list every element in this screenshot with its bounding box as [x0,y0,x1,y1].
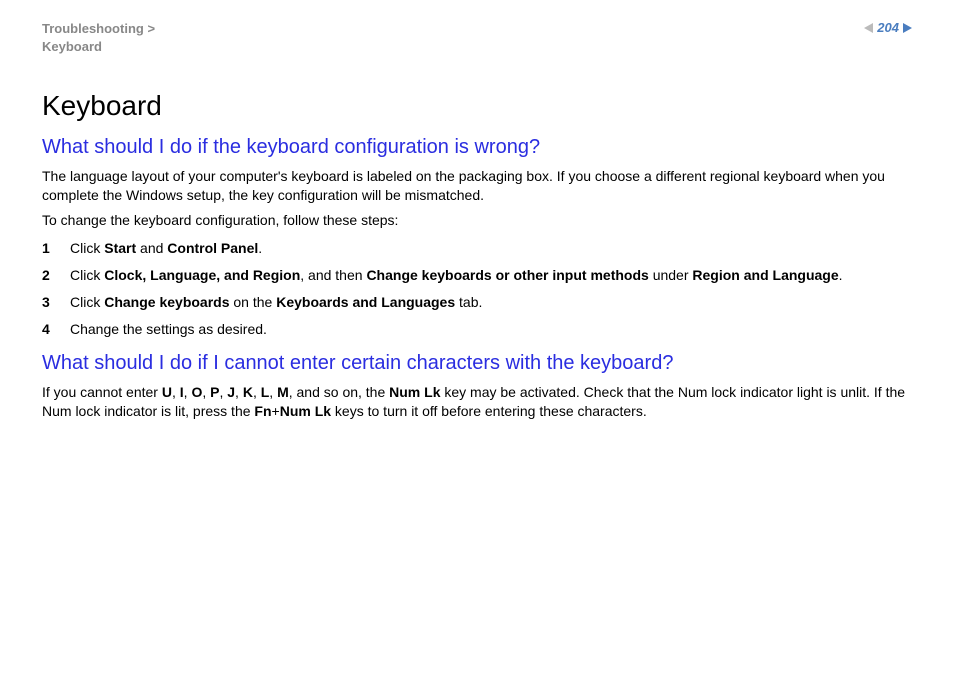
list-item: 4 Change the settings as desired. [42,319,912,340]
breadcrumb: Troubleshooting Keyboard [42,20,155,56]
prev-page-icon[interactable] [864,23,873,33]
step-number: 2 [42,265,50,286]
page-nav: 204 [864,20,912,35]
page-title: Keyboard [42,90,912,122]
breadcrumb-current: Keyboard [42,38,155,56]
step-number: 1 [42,238,50,259]
section-heading-config: What should I do if the keyboard configu… [42,136,912,159]
body-text: If you cannot enter U, I, O, P, J, K, L,… [42,383,912,421]
section-heading-chars: What should I do if I cannot enter certa… [42,352,912,375]
steps-list: 1 Click Start and Control Panel. 2 Click… [42,238,912,340]
list-item: 1 Click Start and Control Panel. [42,238,912,259]
page-number: 204 [877,20,899,35]
step-number: 3 [42,292,50,313]
breadcrumb-parent: Troubleshooting [42,20,155,38]
body-text: The language layout of your computer's k… [42,167,912,205]
next-page-icon[interactable] [903,23,912,33]
step-number: 4 [42,319,50,340]
body-text: To change the keyboard configuration, fo… [42,211,912,230]
list-item: 2 Click Clock, Language, and Region, and… [42,265,912,286]
list-item: 3 Click Change keyboards on the Keyboard… [42,292,912,313]
